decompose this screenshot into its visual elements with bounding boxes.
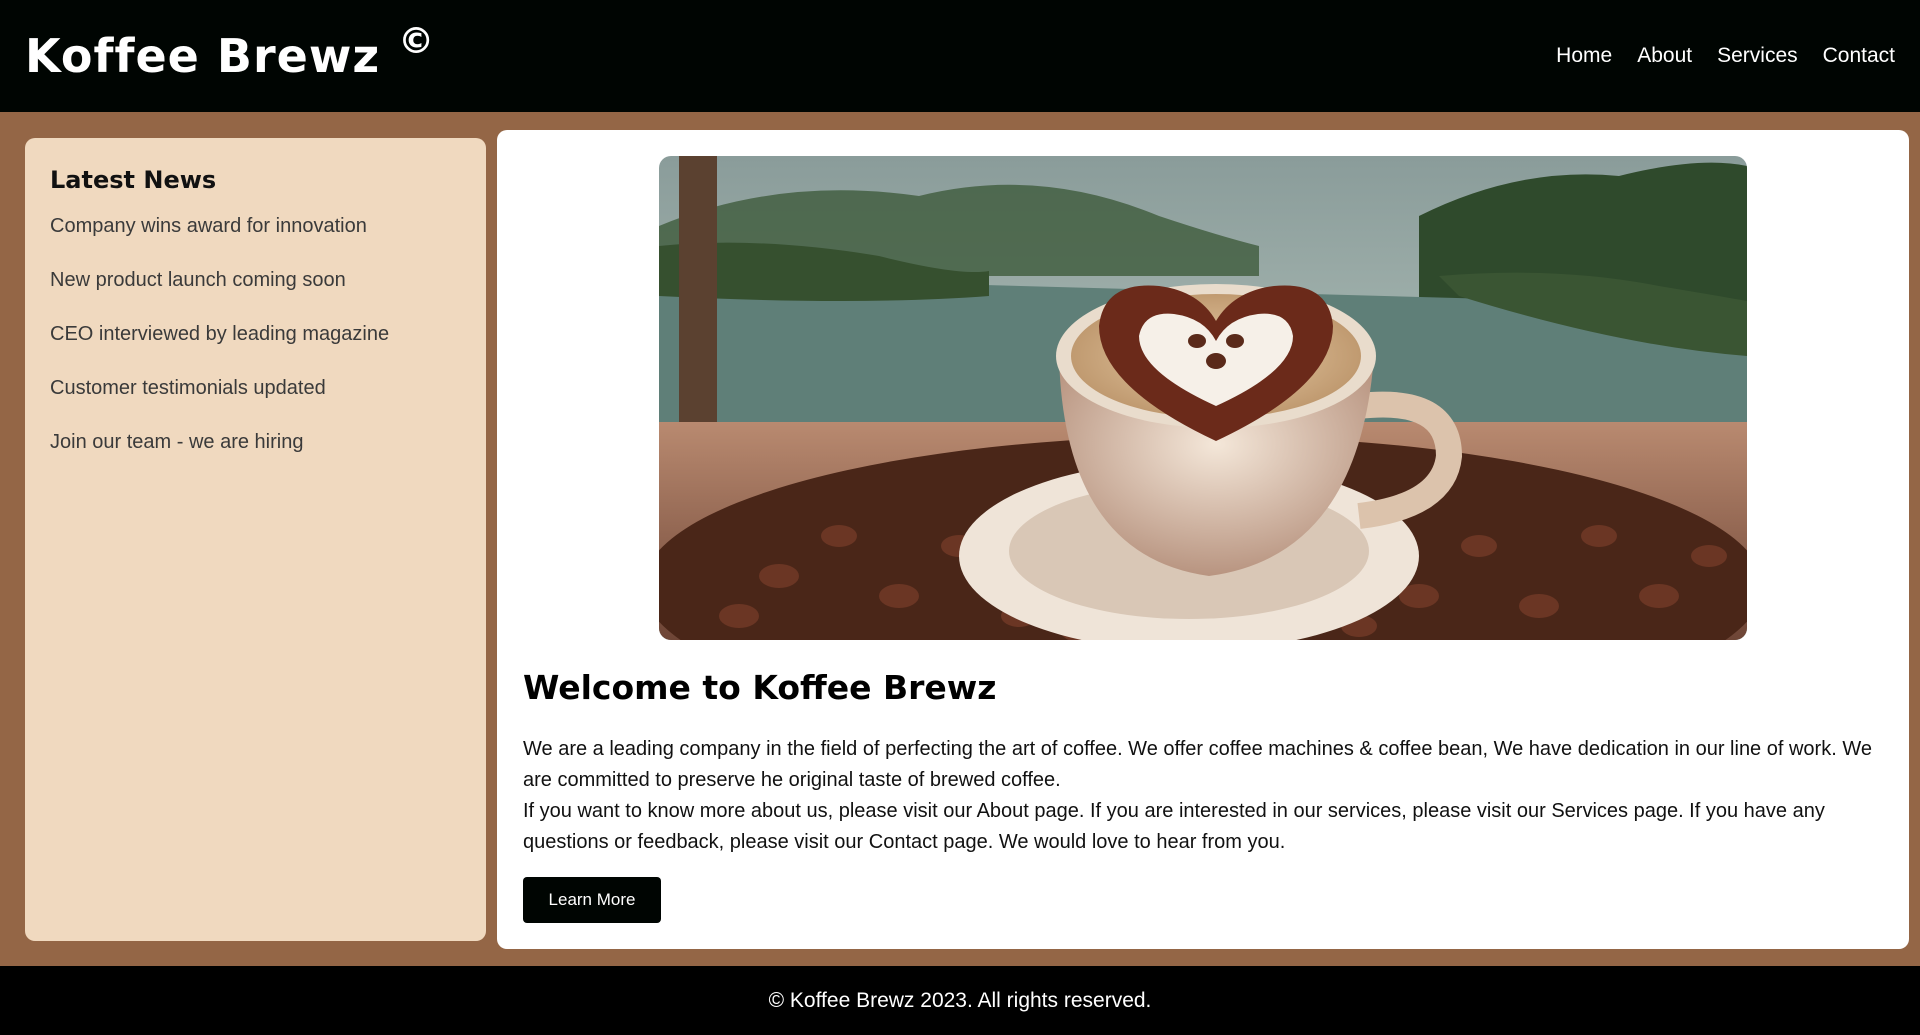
brand-logo[interactable]: Koffee Brewz © — [25, 21, 435, 83]
hero-image — [659, 156, 1747, 640]
news-item: CEO interviewed by leading magazine — [50, 323, 390, 345]
news-list: Company wins award for innovation New pr… — [50, 216, 461, 452]
site-header: Koffee Brewz © Home About Services Conta… — [0, 0, 1920, 112]
nav-about-link[interactable]: About — [1637, 44, 1692, 68]
sidebar-title: Latest News — [50, 166, 217, 194]
coffee-cup-image — [659, 156, 1747, 640]
news-item: Company wins award for innovation — [50, 215, 367, 237]
copyright-icon: © — [398, 21, 436, 62]
news-sidebar: Latest News Company wins award for innov… — [25, 138, 486, 941]
news-item: Customer testimonials updated — [50, 377, 326, 399]
news-item: New product launch coming soon — [50, 269, 346, 291]
nav-home-link[interactable]: Home — [1556, 44, 1612, 68]
main-nav: Home About Services Contact — [1556, 44, 1895, 68]
intro-paragraph: If you want to know more about us, pleas… — [523, 800, 1825, 853]
intro-paragraph: We are a leading company in the field of… — [523, 738, 1872, 791]
news-item: Join our team - we are hiring — [50, 431, 304, 453]
intro-text: We are a leading company in the field of… — [523, 734, 1893, 858]
learn-more-button[interactable]: Learn More — [523, 877, 661, 923]
site-footer: © Koffee Brewz 2023. All rights reserved… — [0, 966, 1920, 1035]
main-content: Welcome to Koffee Brewz We are a leading… — [497, 130, 1909, 949]
nav-contact-link[interactable]: Contact — [1823, 44, 1895, 68]
footer-text: © Koffee Brewz 2023. All rights reserved… — [768, 988, 1152, 1012]
brand-name: Koffee Brewz — [25, 29, 381, 83]
welcome-title: Welcome to Koffee Brewz — [523, 668, 997, 707]
nav-services-link[interactable]: Services — [1717, 44, 1798, 68]
